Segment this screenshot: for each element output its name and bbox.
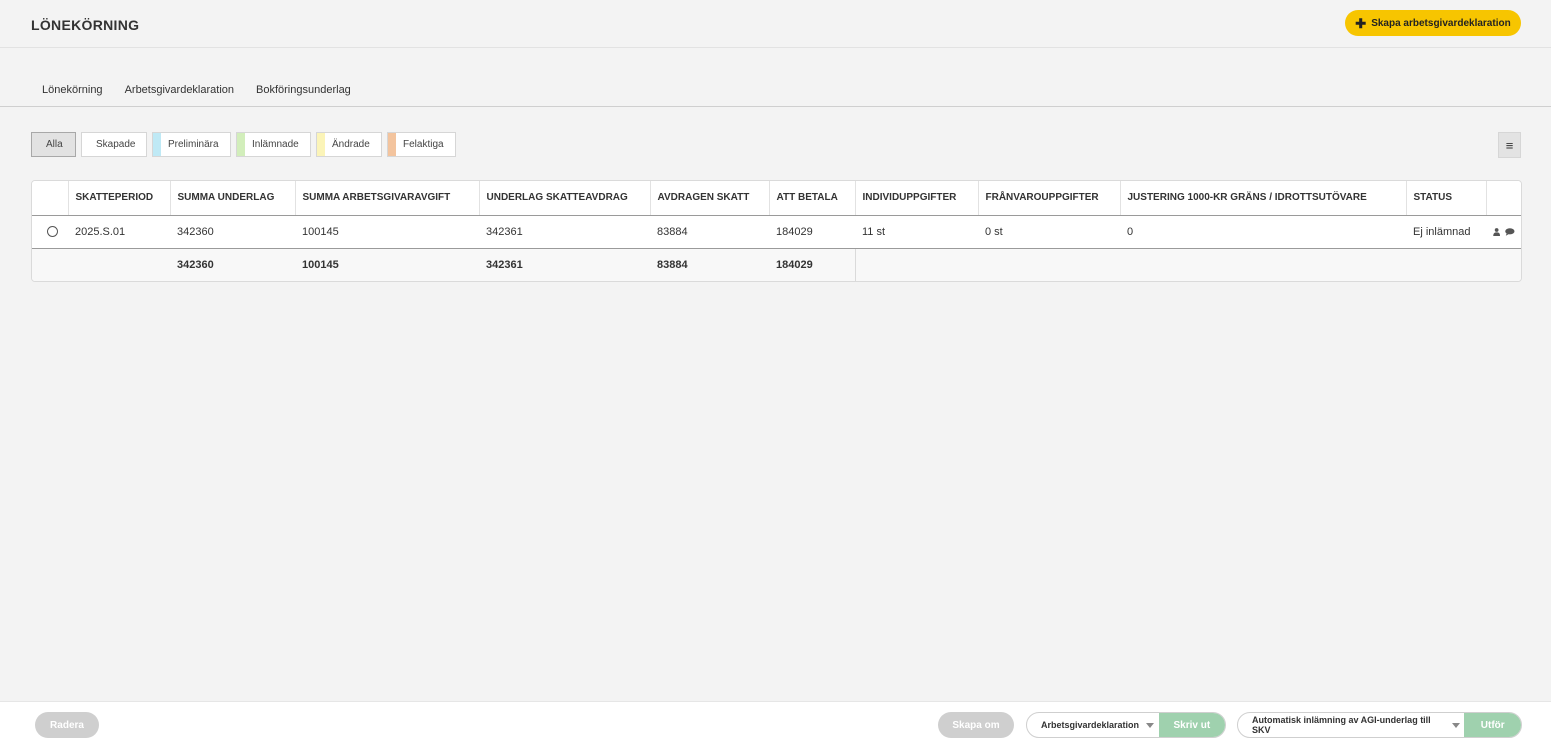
totals-empty-cell bbox=[1486, 248, 1521, 281]
column-menu-button[interactable]: ≡ bbox=[1498, 132, 1521, 158]
chevron-down-icon bbox=[1452, 722, 1461, 728]
total-cell: 83884 bbox=[650, 248, 769, 281]
filter-inlamnade[interactable]: Inlämnade bbox=[236, 132, 311, 157]
filter-label: Felaktiga bbox=[403, 139, 444, 150]
table-cell: 0 st bbox=[978, 215, 1120, 249]
tab-bar: Lönekörning Arbetsgivardeklaration Bokfö… bbox=[31, 80, 362, 107]
actions-column-header bbox=[1486, 181, 1521, 216]
column-header[interactable]: STATUS bbox=[1406, 181, 1487, 216]
action-value: Automatisk inlämning av AGI-underlag til… bbox=[1252, 715, 1431, 735]
andrade-color-swatch bbox=[317, 133, 325, 156]
table-cell: 342361 bbox=[479, 215, 650, 249]
table-cell: 2025.S.01 bbox=[68, 215, 170, 249]
filter-skapade[interactable]: Skapade bbox=[81, 132, 147, 157]
totals-empty-cell bbox=[1406, 248, 1486, 281]
column-header[interactable]: FRÅNVAROUPPGIFTER bbox=[978, 181, 1121, 216]
totals-empty-cell bbox=[854, 248, 978, 281]
felaktiga-color-swatch bbox=[388, 133, 396, 156]
table-header-row: SKATTEPERIOD SUMMA UNDERLAG SUMMA ARBETS… bbox=[32, 181, 1521, 216]
action-select[interactable]: Automatisk inlämning av AGI-underlag til… bbox=[1238, 713, 1464, 737]
tab-lonekorning[interactable]: Lönekörning bbox=[31, 80, 114, 107]
column-header[interactable]: SKATTEPERIOD bbox=[68, 181, 171, 216]
hamburger-icon: ≡ bbox=[1505, 137, 1514, 153]
row-actions-cell bbox=[1486, 215, 1521, 249]
preliminara-color-swatch bbox=[153, 133, 161, 156]
bottom-action-bar: Radera Skapa om Arbetsgivardeklaration S… bbox=[0, 701, 1551, 748]
column-header[interactable]: ATT BETALA bbox=[769, 181, 856, 216]
recreate-button[interactable]: Skapa om bbox=[938, 712, 1014, 738]
chevron-down-icon bbox=[1146, 722, 1155, 728]
row-select-cell bbox=[32, 215, 68, 249]
table-cell: 100145 bbox=[295, 215, 479, 249]
tabs-divider bbox=[0, 106, 1551, 107]
column-header[interactable]: SUMMA UNDERLAG bbox=[170, 181, 296, 216]
table-row[interactable]: 2025.S.01 342360 100145 342361 83884 184… bbox=[32, 215, 1521, 249]
column-header[interactable]: INDIVIDUPPGIFTER bbox=[855, 181, 979, 216]
column-header[interactable]: JUSTERING 1000-KR GRÄNS / IDROTTSUTÖVARE bbox=[1120, 181, 1407, 216]
table-cell: 184029 bbox=[769, 215, 855, 249]
column-header[interactable]: AVDRAGEN SKATT bbox=[650, 181, 770, 216]
status-cell: Ej inlämnad bbox=[1406, 215, 1486, 249]
totals-row: 342360 100145 342361 83884 184029 bbox=[32, 248, 1521, 281]
filter-felaktiga[interactable]: Felaktiga bbox=[387, 132, 456, 157]
select-column-header bbox=[32, 181, 69, 216]
comment-icon[interactable] bbox=[1505, 227, 1515, 237]
table-cell: 83884 bbox=[650, 215, 769, 249]
print-button[interactable]: Skriv ut bbox=[1158, 713, 1225, 737]
total-cell: 342361 bbox=[479, 248, 650, 281]
inlamnade-color-swatch bbox=[237, 133, 245, 156]
column-header[interactable]: UNDERLAG SKATTEAVDRAG bbox=[479, 181, 651, 216]
delete-button[interactable]: Radera bbox=[35, 712, 99, 738]
filter-label: Alla bbox=[46, 139, 63, 150]
row-radio-button[interactable] bbox=[47, 226, 58, 238]
status-filters: Alla Skapade Preliminära Inlämnade Ändra… bbox=[31, 132, 456, 157]
filter-label: Inlämnade bbox=[252, 139, 299, 150]
total-cell: 100145 bbox=[295, 248, 479, 281]
filter-alla[interactable]: Alla bbox=[31, 132, 76, 157]
create-declaration-button[interactable]: ✚ Skapa arbetsgivardeklaration bbox=[1345, 10, 1521, 36]
table-cell: 342360 bbox=[170, 215, 295, 249]
print-type-select[interactable]: Arbetsgivardeklaration bbox=[1027, 713, 1159, 737]
tab-arbetsgivardeklaration[interactable]: Arbetsgivardeklaration bbox=[113, 80, 246, 107]
total-cell: 342360 bbox=[170, 248, 295, 281]
print-type-value: Arbetsgivardeklaration bbox=[1041, 720, 1140, 730]
execute-button[interactable]: Utför bbox=[1464, 713, 1521, 737]
total-cell: 184029 bbox=[769, 248, 855, 281]
create-declaration-label: Skapa arbetsgivardeklaration bbox=[1371, 17, 1511, 29]
totals-empty-cell bbox=[978, 248, 1120, 281]
filter-label: Preliminära bbox=[168, 139, 219, 150]
person-icon[interactable] bbox=[1493, 227, 1501, 237]
column-header[interactable]: SUMMA ARBETSGIVARAVGIFT bbox=[295, 181, 480, 216]
print-combo: Arbetsgivardeklaration Skriv ut bbox=[1026, 712, 1226, 738]
action-combo: Automatisk inlämning av AGI-underlag til… bbox=[1237, 712, 1522, 738]
table-cell: 0 bbox=[1120, 215, 1406, 249]
filter-andrade[interactable]: Ändrade bbox=[316, 132, 382, 157]
filter-preliminara[interactable]: Preliminära bbox=[152, 132, 231, 157]
top-bar: LÖNEKÖRNING ✚ Skapa arbetsgivardeklarati… bbox=[0, 0, 1551, 48]
declarations-table: SKATTEPERIOD SUMMA UNDERLAG SUMMA ARBETS… bbox=[31, 180, 1522, 282]
page-title: LÖNEKÖRNING bbox=[31, 17, 140, 33]
table-cell: 11 st bbox=[855, 215, 978, 249]
totals-empty-cell bbox=[32, 248, 68, 281]
filter-label: Ändrade bbox=[332, 139, 370, 150]
filter-label: Skapade bbox=[96, 139, 136, 150]
plus-icon: ✚ bbox=[1355, 15, 1367, 31]
totals-empty-cell bbox=[1120, 248, 1406, 281]
tab-bokforingsunderlag[interactable]: Bokföringsunderlag bbox=[245, 80, 362, 107]
totals-empty-cell bbox=[68, 248, 170, 281]
